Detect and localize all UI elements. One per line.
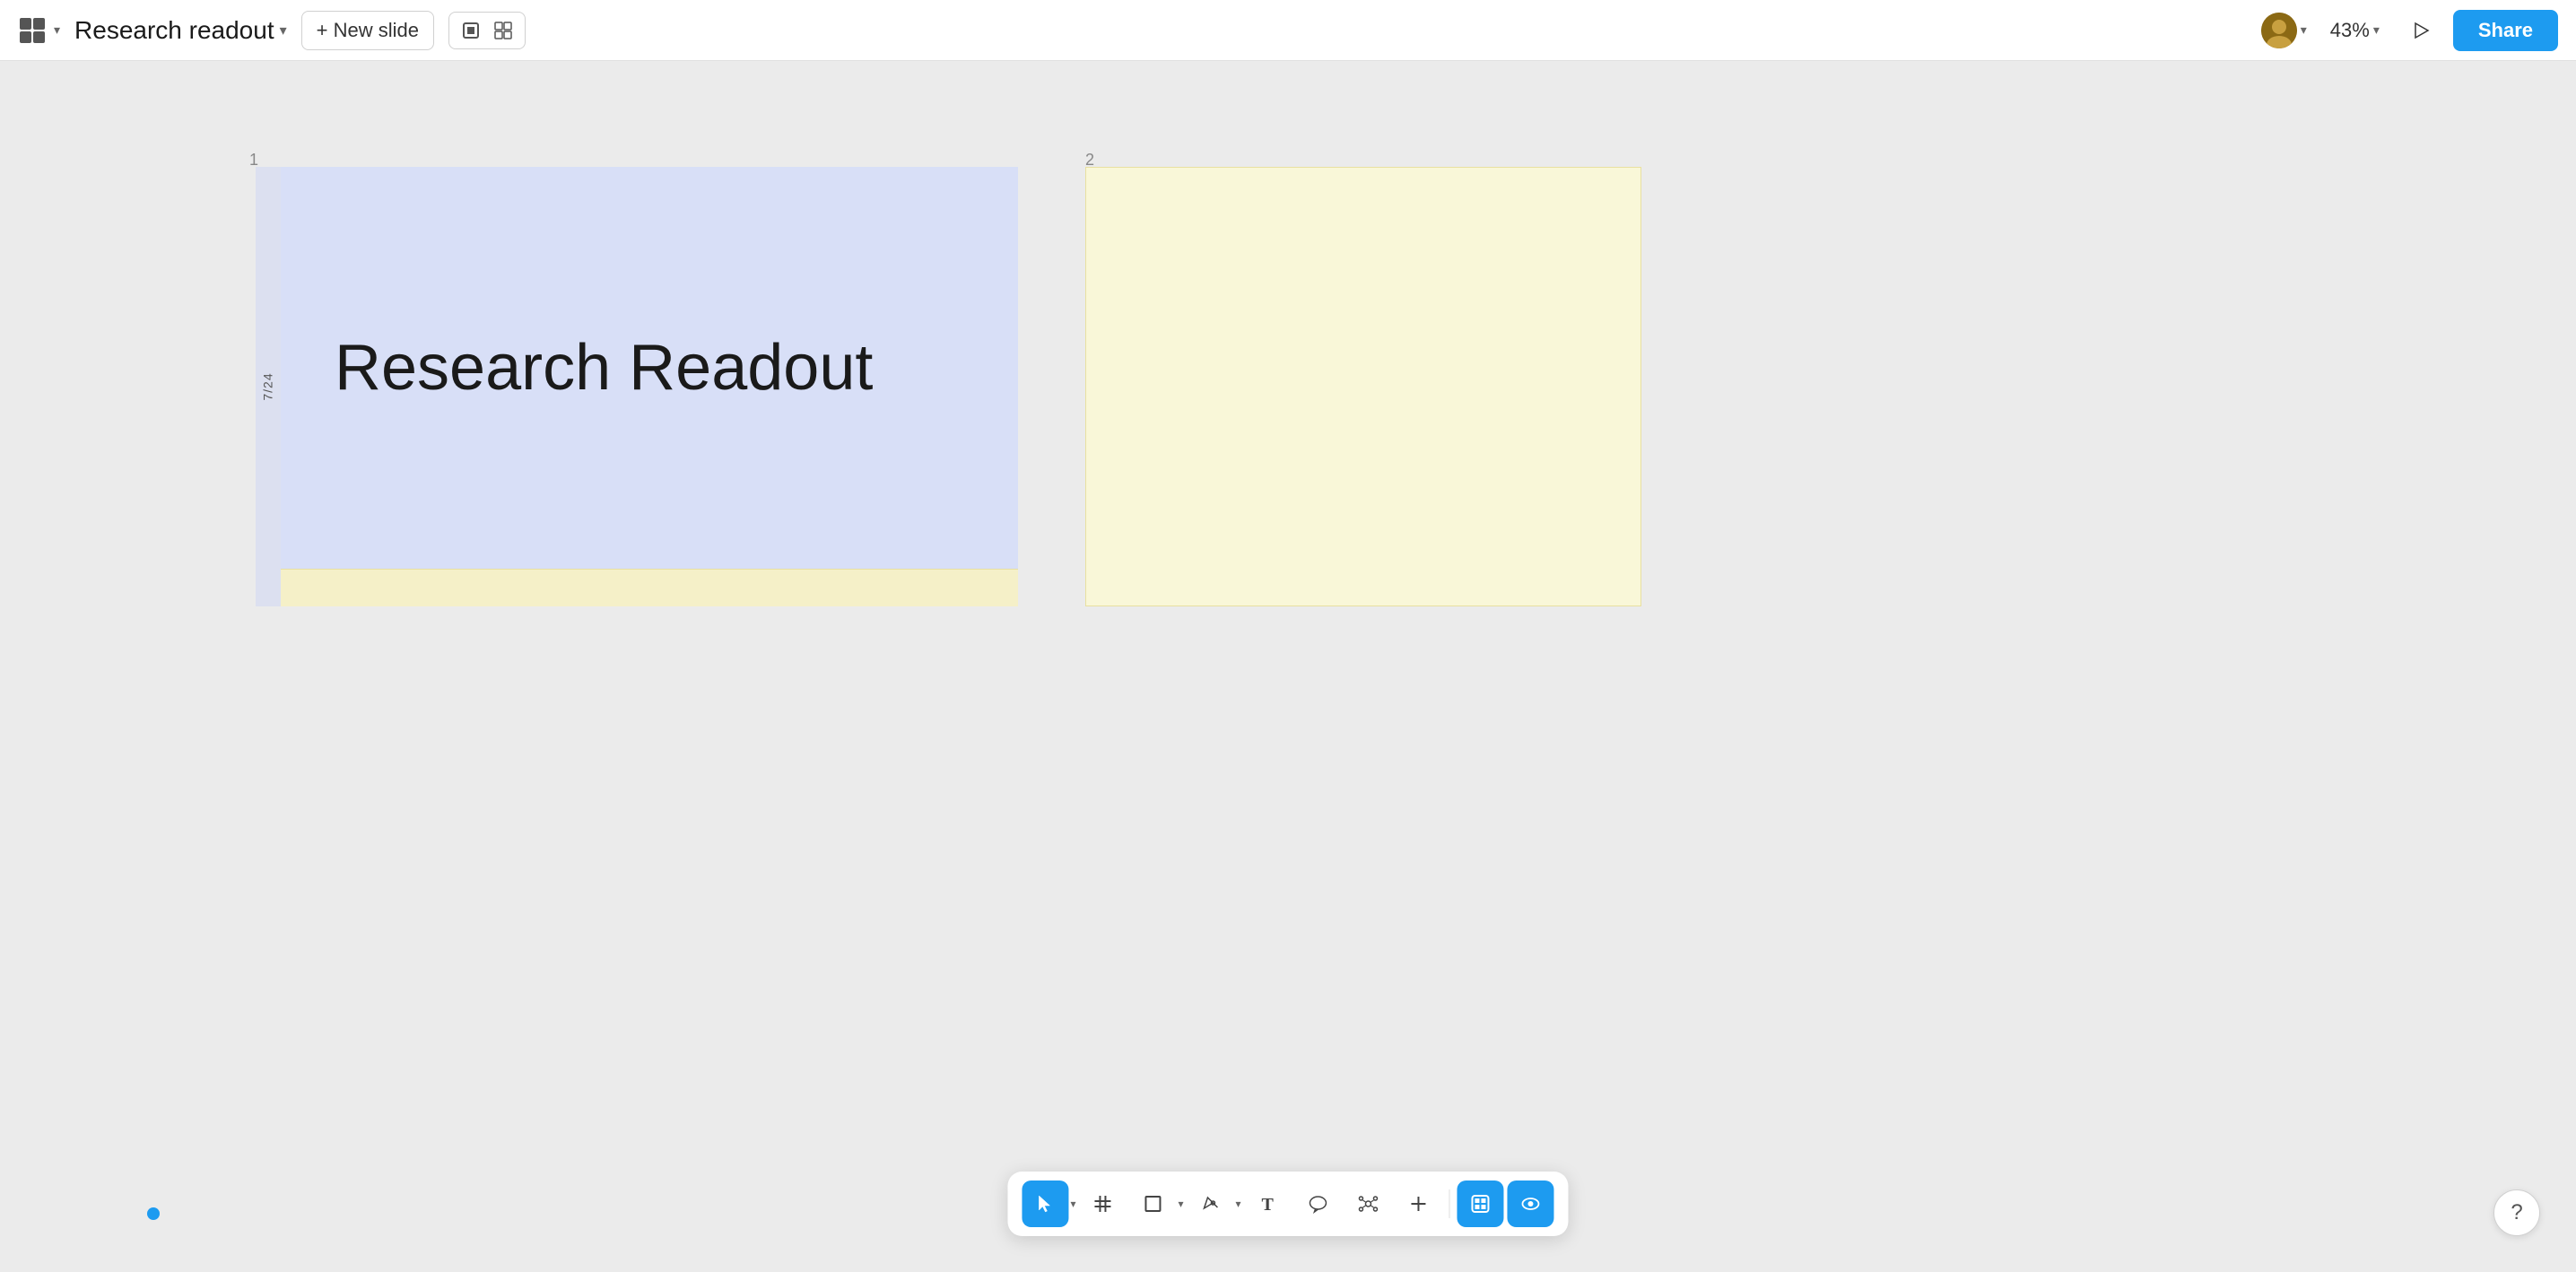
grid-tool-button[interactable] <box>1079 1181 1126 1227</box>
zoom-control[interactable]: 43% ▾ <box>2321 13 2389 48</box>
pen-tool-button[interactable] <box>1188 1181 1234 1227</box>
topbar-left: ▾ Research readout ▾ + New slide <box>18 11 526 50</box>
speech-bubble-tool-button[interactable] <box>1295 1181 1342 1227</box>
slide-1[interactable]: 7/24 Research Readout <box>256 167 1018 606</box>
add-tool-button[interactable] <box>1396 1181 1442 1227</box>
new-slide-button[interactable]: + New slide <box>301 11 434 50</box>
text-tool-button[interactable]: T <box>1245 1181 1292 1227</box>
slide1-left-tab: 7/24 <box>256 167 281 606</box>
zoom-level: 43% <box>2330 19 2370 42</box>
bottom-toolbar: ▾ ▾ <box>1007 1172 1568 1236</box>
pen-tool-group: ▾ <box>1188 1181 1241 1227</box>
slide1-footer <box>281 569 1018 606</box>
slide1-body: Research Readout <box>281 167 1018 569</box>
slide1-tab-text: 7/24 <box>261 372 275 400</box>
zoom-chevron-icon: ▾ <box>2373 22 2380 38</box>
view-grid-icon[interactable] <box>489 16 518 45</box>
toolbar-separator <box>1449 1189 1450 1218</box>
play-button[interactable] <box>2403 13 2439 48</box>
view-single-icon[interactable] <box>457 16 485 45</box>
frame-view-toggle-button[interactable] <box>1458 1181 1504 1227</box>
select-tool-dropdown-icon[interactable]: ▾ <box>1070 1198 1075 1210</box>
share-button[interactable]: Share <box>2453 10 2558 51</box>
share-label: Share <box>2478 19 2533 41</box>
help-icon: ? <box>2511 1200 2522 1225</box>
svg-text:T: T <box>1262 1195 1275 1214</box>
slide2-body <box>1085 167 1641 606</box>
topbar: ▾ Research readout ▾ + New slide <box>0 0 2576 61</box>
slide1-title: Research Readout <box>335 329 873 406</box>
shape-tool-button[interactable] <box>1129 1181 1176 1227</box>
pen-tool-dropdown-icon[interactable]: ▾ <box>1236 1198 1241 1210</box>
shape-tool-dropdown-icon[interactable]: ▾ <box>1178 1198 1183 1210</box>
doc-title-area: Research readout ▾ <box>74 16 287 45</box>
app-logo-icon <box>18 16 47 45</box>
nodes-tool-button[interactable] <box>1345 1181 1392 1227</box>
eye-view-toggle-button[interactable] <box>1508 1181 1554 1227</box>
avatar-area[interactable]: ▾ <box>2261 13 2307 48</box>
slide1-main: Research Readout <box>281 167 1018 606</box>
canvas-area: 1 2 7/24 Research Readout ▾ <box>0 61 2576 1272</box>
blue-dot-indicator <box>147 1207 160 1220</box>
avatar <box>2261 13 2297 48</box>
slide-2[interactable] <box>1085 167 1641 606</box>
help-button[interactable]: ? <box>2493 1189 2540 1236</box>
doc-title-dropdown-icon[interactable]: ▾ <box>280 22 287 39</box>
select-tool-button[interactable] <box>1022 1181 1068 1227</box>
new-slide-label: + New slide <box>317 19 419 42</box>
logo-chevron-icon: ▾ <box>54 22 60 38</box>
view-toggle-group <box>448 12 526 49</box>
avatar-chevron-icon: ▾ <box>2301 22 2307 38</box>
select-tool-group: ▾ <box>1022 1181 1075 1227</box>
doc-title: Research readout <box>74 16 274 45</box>
app-logo[interactable]: ▾ <box>18 16 60 45</box>
shape-tool-group: ▾ <box>1129 1181 1183 1227</box>
topbar-right: ▾ 43% ▾ Share <box>2261 10 2558 51</box>
